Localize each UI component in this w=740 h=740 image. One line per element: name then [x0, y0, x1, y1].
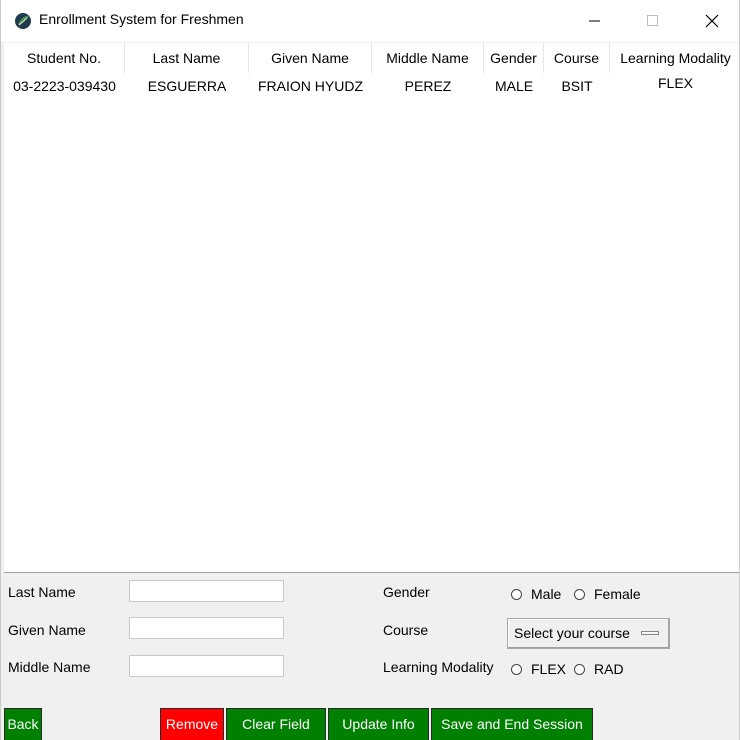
radio-circle-icon — [574, 588, 585, 600]
app-window: Enrollment System for Freshmen Student N… — [0, 0, 740, 740]
close-button[interactable] — [683, 0, 739, 42]
course-label: Course — [383, 622, 429, 638]
title-bar: Enrollment System for Freshmen — [1, 0, 739, 42]
gender-female-label: Female — [594, 586, 641, 602]
course-dropdown[interactable]: Select your course — [507, 618, 670, 649]
column-header-student-no[interactable]: Student No. — [4, 43, 125, 73]
gender-label: Gender — [383, 584, 430, 600]
column-header-given-name[interactable]: Given Name — [249, 43, 372, 73]
update-info-button[interactable]: Update Info — [328, 708, 429, 740]
feather-app-icon — [15, 13, 31, 29]
close-icon — [705, 14, 719, 28]
cell-middle-name: PEREZ — [404, 78, 452, 94]
remove-button[interactable]: Remove — [160, 708, 224, 740]
radio-circle-icon — [574, 663, 585, 675]
cell-learning-modality: FLEX — [657, 75, 693, 91]
given-name-label: Given Name — [8, 622, 86, 638]
minimize-icon — [589, 20, 600, 22]
modality-rad-label: RAD — [594, 661, 624, 677]
clear-field-button[interactable]: Clear Field — [226, 708, 326, 740]
modality-flex-label: FLEX — [531, 661, 567, 677]
table-header: Student No. Last Name Given Name Middle … — [4, 43, 739, 73]
cell-course: BSIT — [561, 78, 593, 94]
save-and-end-session-button[interactable]: Save and End Session — [431, 708, 593, 740]
dropdown-indicator-icon — [641, 631, 659, 635]
column-header-gender[interactable]: Gender — [484, 43, 544, 73]
gender-male-radio[interactable]: Male — [511, 586, 561, 602]
maximize-icon — [647, 15, 658, 26]
cell-last-name: ESGUERRA — [147, 78, 227, 94]
radio-circle-icon — [511, 588, 522, 600]
gender-female-radio[interactable]: Female — [574, 586, 641, 602]
middle-name-field[interactable] — [129, 655, 284, 677]
column-header-last-name[interactable]: Last Name — [125, 43, 249, 73]
student-table[interactable]: Student No. Last Name Given Name Middle … — [4, 42, 739, 573]
minimize-button[interactable] — [566, 0, 624, 42]
column-header-learning-modality[interactable]: Learning Modality — [610, 43, 739, 73]
middle-name-label: Middle Name — [8, 659, 91, 675]
table-row[interactable]: 03-2223-039430 ESGUERRA FRAION HYUDZ PER… — [4, 75, 739, 97]
given-name-field[interactable] — [129, 617, 284, 639]
column-header-course[interactable]: Course — [544, 43, 610, 73]
gender-male-label: Male — [531, 586, 562, 602]
course-dropdown-value: Select your course — [514, 625, 630, 641]
learning-modality-label: Learning Modality — [383, 659, 494, 675]
radio-circle-icon — [511, 663, 522, 675]
cell-gender: MALE — [494, 78, 534, 94]
cell-student-no: 03-2223-039430 — [13, 78, 116, 94]
back-button[interactable]: Back — [4, 708, 42, 740]
modality-flex-radio[interactable]: FLEX — [511, 661, 566, 677]
column-header-middle-name[interactable]: Middle Name — [372, 43, 484, 73]
last-name-label: Last Name — [8, 584, 76, 600]
window-title: Enrollment System for Freshmen — [39, 11, 244, 27]
last-name-field[interactable] — [129, 580, 284, 602]
maximize-button[interactable] — [624, 0, 682, 42]
modality-rad-radio[interactable]: RAD — [574, 661, 624, 677]
cell-given-name: FRAION HYUDZ — [258, 78, 363, 94]
